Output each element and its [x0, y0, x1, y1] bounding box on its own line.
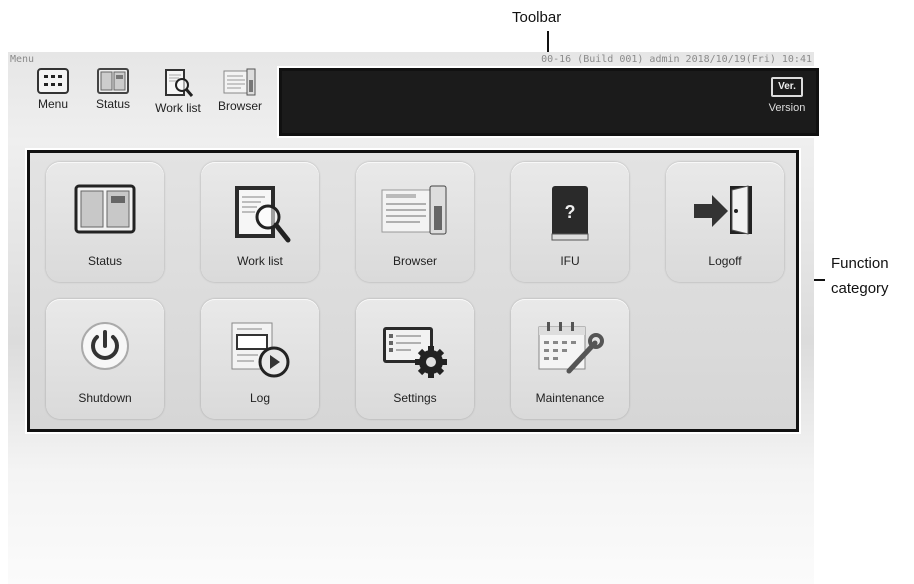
function-status-tile[interactable]: Status [46, 162, 164, 282]
toolbar-browser-button[interactable]: Browser [210, 68, 270, 128]
function-maintenance-tile[interactable]: Maintenance [511, 299, 629, 419]
function-category-area: Status Work list Browser ? IFU Logoff Sh… [25, 148, 801, 434]
status-info: 00-16 (Build 001) admin 2018/10/19(Fri) … [541, 54, 812, 65]
status-panel-icon [74, 184, 136, 234]
function-shutdown-label: Shutdown [78, 391, 132, 405]
function-maintenance-label: Maintenance [535, 391, 605, 405]
function-log-tile[interactable]: Log [201, 299, 319, 419]
function-callout-line1: Function [831, 255, 889, 272]
status-panel-icon [97, 68, 129, 94]
function-worklist-tile[interactable]: Work list [201, 162, 319, 282]
function-ifu-tile[interactable]: ? IFU [511, 162, 629, 282]
settings-gear-icon [383, 327, 447, 378]
logoff-door-icon [694, 185, 752, 235]
function-settings-tile[interactable]: Settings [356, 299, 474, 419]
toolbar-menu-button[interactable]: Menu [23, 68, 83, 128]
toolbar-status-label: Status [95, 97, 131, 111]
toolbar-worklist-button[interactable]: Work list [148, 68, 208, 128]
worklist-clipboard-icon [165, 69, 194, 97]
menu-grid-icon [37, 68, 69, 94]
version-badge: Ver. [771, 77, 803, 97]
log-clock-icon [231, 322, 290, 378]
browser-document-icon [381, 185, 447, 235]
app-screen: Menu 00-16 (Build 001) admin 2018/10/19(… [8, 52, 821, 584]
function-browser-label: Browser [392, 254, 437, 268]
function-status-label: Status [87, 254, 123, 268]
help-book-icon: ? [551, 186, 589, 241]
toolbar-status-button[interactable]: Status [83, 68, 143, 128]
function-logoff-label: Logoff [708, 254, 742, 268]
toolbar-strip: Ver. Version [277, 66, 821, 138]
toolbar-callout-label: Toolbar [512, 9, 562, 26]
maintenance-calendar-icon [538, 322, 604, 374]
function-logoff-tile[interactable]: Logoff [666, 162, 784, 282]
screen-title: Menu [10, 54, 35, 65]
function-shutdown-tile[interactable]: Shutdown [46, 299, 164, 419]
toolbar-browser-label: Browser [217, 99, 262, 113]
worklist-clipboard-icon [235, 186, 291, 243]
version-button[interactable]: Ver. Version [762, 77, 812, 127]
function-browser-tile[interactable]: Browser [356, 162, 474, 282]
function-ifu-label: IFU [560, 254, 580, 268]
toolbar-worklist-label: Work list [155, 101, 201, 115]
function-worklist-label: Work list [237, 254, 283, 268]
toolbar-menu-label: Menu [37, 97, 69, 111]
function-settings-label: Settings [393, 391, 437, 405]
function-log-label: Log [249, 391, 271, 405]
browser-document-icon [223, 68, 256, 96]
function-callout-line2: category [831, 280, 889, 297]
ifu-glyph: ? [565, 202, 576, 222]
power-icon [81, 322, 129, 370]
version-label: Version [768, 102, 806, 114]
function-category-callout-label: Function category [831, 251, 889, 301]
